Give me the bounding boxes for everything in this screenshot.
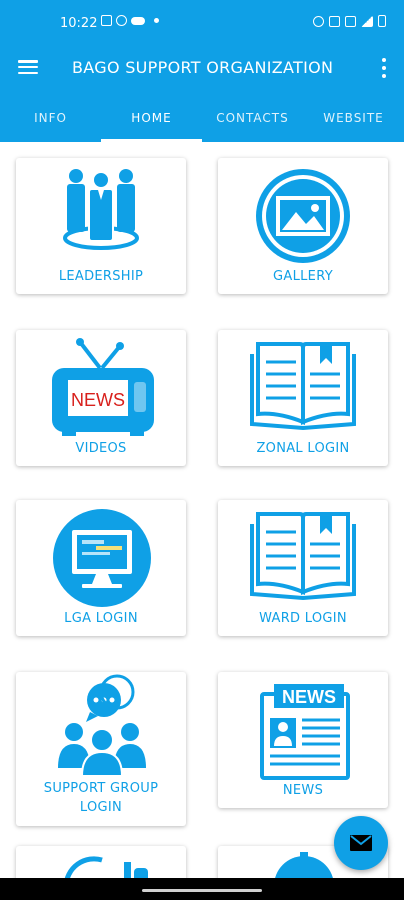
tab-contacts[interactable]: CONTACTS xyxy=(202,94,303,142)
videos-label: VIDEOS xyxy=(75,441,127,456)
whatsapp-icon xyxy=(116,15,127,26)
tv-news-text: NEWS xyxy=(71,390,125,410)
leadership-label: LEADERSHIP xyxy=(58,269,144,284)
lga-login-label: LGA LOGIN xyxy=(64,611,138,626)
cloud-icon xyxy=(131,16,145,25)
support-group-label-line2: LOGIN xyxy=(79,800,123,815)
tab-bar: INFO HOME CONTACTS WEBSITE xyxy=(0,94,404,142)
app-bar: BAGO SUPPORT ORGANIZATION xyxy=(0,46,404,94)
support-group-login-card[interactable]: SUPPORT GROUP LOGIN xyxy=(16,672,186,826)
status-time: 10:22 xyxy=(60,16,98,31)
nfc-icon xyxy=(329,15,340,27)
status-left-icons xyxy=(101,15,159,26)
battery-icon xyxy=(378,15,386,27)
hamburger-menu-icon[interactable] xyxy=(18,58,38,76)
tab-home[interactable]: HOME xyxy=(101,94,202,142)
zonal-login-card[interactable]: ZONAL LOGIN xyxy=(218,330,388,466)
home-gesture-handle[interactable] xyxy=(142,889,262,892)
email-fab-button[interactable] xyxy=(334,816,388,870)
newspaper-news-text: NEWS xyxy=(282,687,336,707)
app-title: BAGO SUPPORT ORGANIZATION xyxy=(72,58,334,77)
support-group-label-line1: SUPPORT GROUP xyxy=(43,781,159,796)
dot-icon xyxy=(154,18,159,23)
email-icon xyxy=(350,835,372,851)
news-card[interactable]: NEWS NEWS xyxy=(218,672,388,808)
alarm-icon xyxy=(313,15,324,27)
news-label: NEWS xyxy=(282,783,324,798)
leadership-card[interactable]: LEADERSHIP xyxy=(16,158,186,294)
ward-login-card[interactable]: WARD LOGIN xyxy=(218,500,388,636)
videos-card[interactable]: NEWS VIDEOS xyxy=(16,330,186,466)
gallery-label: GALLERY xyxy=(273,269,333,284)
zonal-login-label: ZONAL LOGIN xyxy=(256,441,350,456)
gallery-card[interactable]: GALLERY xyxy=(218,158,388,294)
tab-website[interactable]: WEBSITE xyxy=(303,94,404,142)
gallery-icon xyxy=(101,15,112,26)
more-vertical-icon[interactable] xyxy=(380,58,388,78)
status-right-icons xyxy=(313,15,386,27)
tab-info[interactable]: INFO xyxy=(0,94,101,142)
signal-icon xyxy=(361,15,373,27)
system-nav-bar xyxy=(0,878,404,900)
data-icon xyxy=(345,15,356,27)
lga-login-card[interactable]: LGA LOGIN xyxy=(16,500,186,636)
ward-login-label: WARD LOGIN xyxy=(259,611,347,626)
status-bar: 10:22 xyxy=(0,0,404,46)
